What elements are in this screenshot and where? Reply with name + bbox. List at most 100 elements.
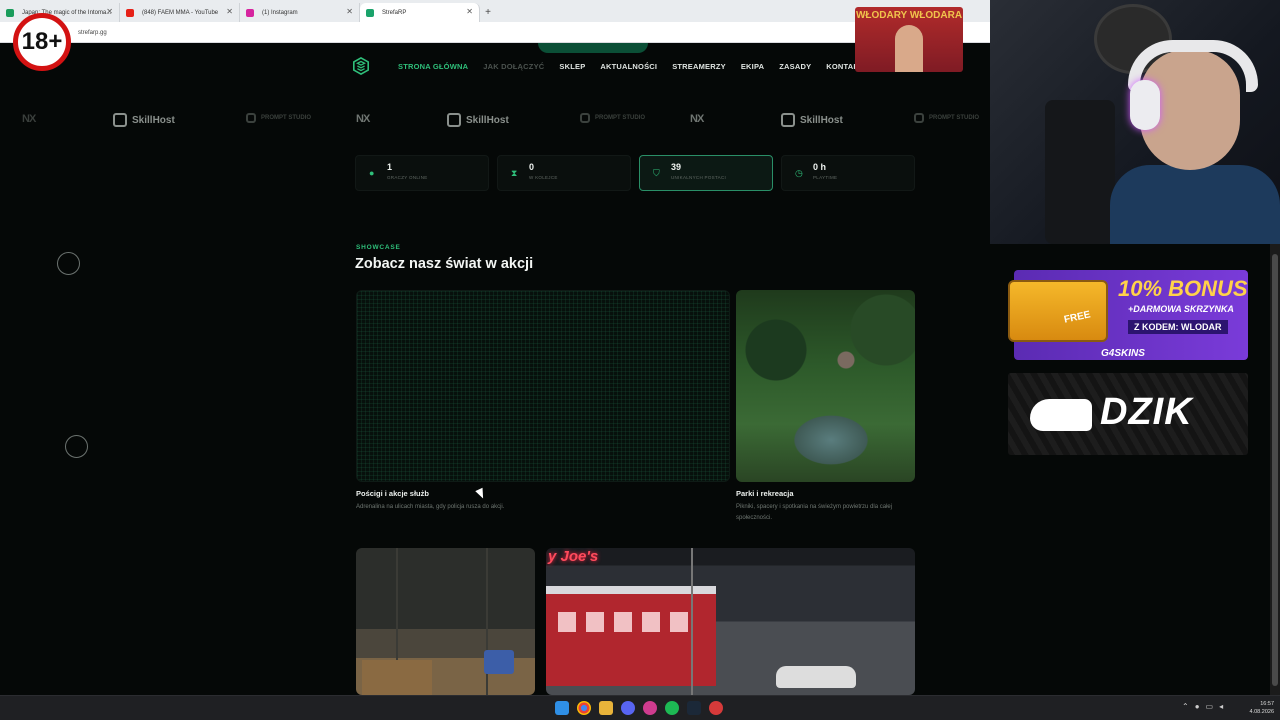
wlodary-poster: WŁODARY WŁODARA [855,7,963,72]
youtube-favicon-icon [126,9,134,17]
card-description: Adrenalina na ulicach miasta, gdy policj… [356,504,505,510]
nav-home[interactable]: STRONA GŁÓWNA [398,62,468,71]
sponsor-prompt: PROMPT STUDIO [580,113,645,123]
stat-value: 0 [529,162,535,172]
section-eyebrow: SHOWCASE [356,244,401,251]
sponsor-prompt: PROMPT STUDIO [246,113,311,123]
nav-how-to-join[interactable]: JAK DOŁĄCZYĆ [483,62,544,71]
stat-value: 1 [387,162,393,172]
clock-time: 16:57 [1260,701,1274,707]
sponsor-skillhost: SkillHost [781,113,843,127]
car-image-detail [776,666,856,688]
g4skins-bonus-banner: FREE 10% BONUS +DARMOWA SKRZYNKA Z KODEM… [1006,262,1256,366]
card-title: Pościgi i akcje służb [356,489,429,498]
app-icon[interactable] [709,701,723,715]
tab-close-icon[interactable]: ✕ [466,7,473,16]
showcase-card-diner[interactable]: y Joe's [546,548,915,695]
address-bar: ↻ strefarp.gg [0,22,990,43]
decorative-ring [65,435,88,458]
steam-icon[interactable] [687,701,701,715]
mouse-cursor-icon [475,487,487,501]
chrome-icon[interactable] [577,701,591,715]
url-field[interactable]: strefarp.gg [64,27,824,39]
webcam-feed [990,0,1280,244]
microphone-icon[interactable]: ● [1195,702,1200,711]
stat-card-characters: ⛉ 39 unikalnych postaci [639,155,773,191]
showcase-card-warehouse[interactable] [356,548,535,695]
taskbar-apps [555,701,723,715]
bonus-code: Z KODEM: WLODAR [1128,320,1228,334]
new-tab-button[interactable]: + [480,7,496,22]
section-heading: Zobacz nasz świat w akcji [355,256,534,272]
crates-image-detail [362,660,432,695]
site-logo-icon[interactable] [352,57,370,75]
card-description: Pikniki, spacery i spotkania na świeżym … [736,504,893,521]
browser-tab-3[interactable]: (1) Instagram ✕ [240,3,360,22]
nav-rules[interactable]: ZASADY [779,62,811,71]
sponsor-prompt: PROMPT STUDIO [914,113,979,123]
dzik-text: DZIK [1100,391,1193,433]
treasure-chest-icon [1008,280,1108,342]
age-rating-badge: 18+ [13,13,71,71]
decorative-ring [57,252,80,275]
browser-icon[interactable] [643,701,657,715]
showcase-card-chases[interactable] [356,290,730,482]
nav-streamers[interactable]: STREAMERZY [672,62,726,71]
stat-card-online: ● 1 graczy online [355,155,489,191]
card-title: Parki i rekreacja [736,489,794,498]
tab-label: StrefaRP [382,9,407,16]
boar-logo-icon [1030,399,1092,431]
gaming-chair [1045,100,1115,244]
barrel-image-detail [484,650,514,674]
nav-team[interactable]: EKIPA [741,62,764,71]
network-icon[interactable]: ▭ [1206,702,1214,711]
system-tray: ⌃ ● ▭ ◂ [1182,702,1223,711]
page-scrollbar[interactable] [1270,244,1280,695]
bonus-brand: G4SKINS [1101,348,1145,359]
browser-tab-active[interactable]: StrefaRP ✕ [360,3,480,22]
discord-button-peek[interactable] [538,43,648,53]
strefarp-favicon-icon [366,9,374,17]
tab-label: (848) FAEM MMA - YouTube [142,9,219,16]
browser-tab-2[interactable]: (848) FAEM MMA - YouTube ✕ [120,3,240,22]
bonus-headline: 10% BONUS [1118,276,1248,301]
chevron-up-icon[interactable]: ⌃ [1182,702,1189,711]
speaker-icon[interactable]: ◂ [1219,702,1223,711]
stat-label: unikalnych postaci [671,175,727,180]
sponsor-strip: NX SkillHost PROMPT STUDIO NX SkillHost … [0,109,990,129]
nav-shop[interactable]: SKLEP [559,62,585,71]
scroll-up-arrow-icon: ⌃ [476,43,484,49]
dzik-banner: DZIK [1008,373,1248,455]
skillhost-logo-icon [447,113,461,127]
nav-news[interactable]: AKTUALNOŚCI [600,62,657,71]
showcase-card-parks[interactable] [736,290,915,482]
hourglass-icon: ⧗ [511,168,518,178]
bonus-sub: +DARMOWA SKRZYNKA [1128,304,1234,314]
prompt-logo-icon [914,113,924,123]
system-clock[interactable]: 16:57 4.08.2026 [1238,700,1274,716]
stat-value: 39 [671,162,682,172]
user-icon: ● [369,168,375,178]
clock-icon: ◷ [795,168,803,178]
poster-figure [895,25,923,72]
server-stats: ● 1 graczy online ⧗ 0 w kolejce ⛉ 39 uni… [355,155,915,191]
pole-image-detail [691,548,693,695]
sponsor-nx: NX [356,113,370,125]
clock-date: 4.08.2026 [1249,709,1274,715]
scrollbar-thumb[interactable] [1272,254,1278,686]
tab-close-icon[interactable]: ✕ [346,7,353,16]
stat-value: 0 h [813,162,827,172]
sponsor-nx: NX [690,113,704,125]
browser-tab-bar: Japan: The magic of the Intoma... ✕ (848… [0,0,990,22]
poster-text: WŁODARY WŁODARA [855,10,963,21]
file-explorer-icon[interactable] [599,701,613,715]
stat-label: w kolejce [529,175,558,180]
sponsor-skillhost: SkillHost [447,113,509,127]
tab-close-icon[interactable]: ✕ [226,7,233,16]
start-menu-icon[interactable] [555,701,569,715]
tab-close-icon[interactable]: ✕ [106,7,113,16]
prompt-logo-icon [580,113,590,123]
streamer-body [1110,165,1280,244]
spotify-icon[interactable] [665,701,679,715]
discord-icon[interactable] [621,701,635,715]
